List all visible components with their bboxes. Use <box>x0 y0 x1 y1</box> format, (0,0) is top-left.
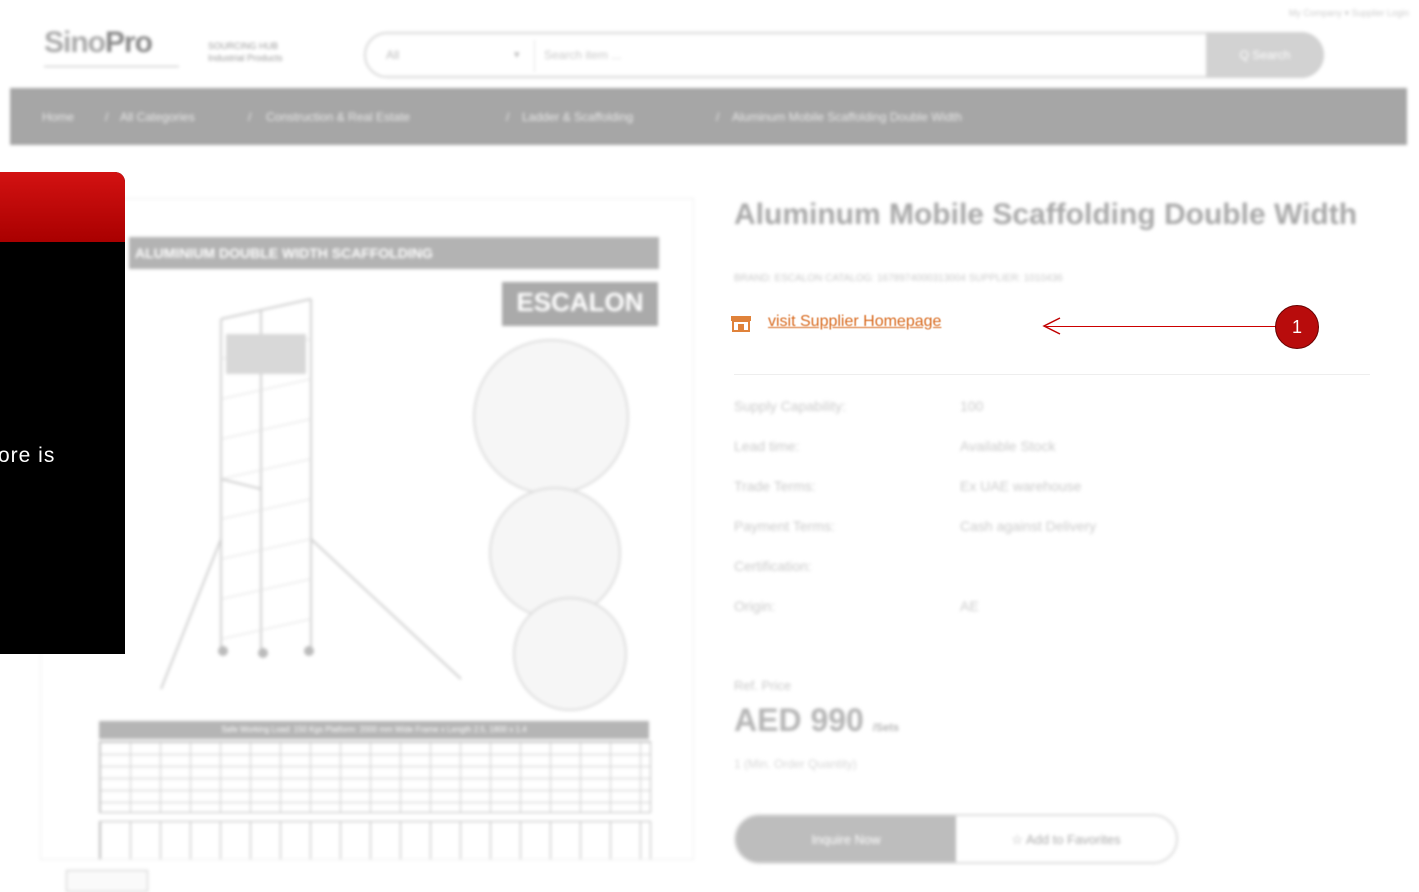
caster-wheel-image <box>473 339 629 495</box>
shop-icon <box>731 316 751 332</box>
breadcrumb-sep: / <box>716 110 720 124</box>
visit-supplier-homepage-link[interactable]: visit Supplier Homepage <box>768 313 941 331</box>
breadcrumb: Home / All Categories / Construction & R… <box>10 88 1407 145</box>
base-plate-image <box>513 597 627 711</box>
search-category-select[interactable]: All <box>386 48 399 62</box>
spec-label-certification: Certification: <box>734 558 812 574</box>
breadcrumb-ladder[interactable]: Ladder & Scaffolding <box>522 110 633 124</box>
thumbnail-strip <box>40 864 692 892</box>
price-unit: /Sets <box>872 722 900 734</box>
ref-price-label: Ref. Price <box>734 678 792 693</box>
escalon-brand-logo: ESCALON <box>502 282 658 326</box>
spec-value-origin: AE <box>960 598 979 614</box>
breadcrumb-sep: / <box>506 110 510 124</box>
overlay-panel: ore is <box>0 172 125 654</box>
price-value: AED 990 <box>734 702 864 738</box>
spec-table <box>99 741 651 813</box>
add-to-favorites-button[interactable]: ☆ Add to Favorites <box>956 816 1176 862</box>
spec-label-origin: Origin: <box>734 598 776 614</box>
spec-table-2 <box>99 821 651 859</box>
top-links[interactable]: My Company ▾ Supplier Login <box>1289 8 1409 19</box>
min-order-quantity: 1 (Min. Order Quantity) <box>734 757 857 771</box>
spec-value-payment: Cash against Delivery <box>960 518 1097 534</box>
breadcrumb-current: Aluminum Mobile Scaffolding Double Width <box>732 110 962 124</box>
product-ids: BRAND: ESCALON CATALOG: 1678974000313004… <box>734 273 1063 284</box>
spec-label-trade-terms: Trade Terms: <box>734 478 816 494</box>
spec-value-lead-time: Available Stock <box>960 438 1056 454</box>
chevron-down-icon[interactable]: ▾ <box>514 48 520 61</box>
search-bar: All ▾ Search item ... Q Search <box>364 32 1324 78</box>
spec-label-payment: Payment Terms: <box>734 518 835 534</box>
breadcrumb-construction[interactable]: Construction & Real Estate <box>266 110 410 124</box>
logo-tagline: SOURCING HUB Industrial Products <box>208 41 283 63</box>
breadcrumb-home[interactable]: Home <box>42 110 74 124</box>
scaffolding-illustration <box>160 298 462 690</box>
spec-label-lead-time: Lead time: <box>734 438 800 454</box>
inquire-now-button[interactable]: Inquire Now <box>736 816 956 862</box>
action-buttons: Inquire Now ☆ Add to Favorites <box>734 814 1178 864</box>
top-bar: SinoPro SOURCING HUB Industrial Products… <box>0 0 1419 88</box>
spec-value-supply: 100 <box>960 398 984 414</box>
annotation-badge: 1 <box>1275 305 1319 349</box>
breadcrumb-all-categories[interactable]: All Categories <box>120 110 195 124</box>
product-title: Aluminum Mobile Scaffolding Double Width <box>734 198 1358 231</box>
search-button[interactable]: Q Search <box>1206 32 1324 78</box>
overlay-text: ore is <box>0 444 56 467</box>
arrow-head-icon <box>1042 317 1061 335</box>
spec-label-supply: Supply Capability: <box>734 398 847 414</box>
overlay-panel-header <box>0 172 125 242</box>
search-input[interactable]: Search item ... <box>544 48 621 62</box>
image-banner: ALUMINIUM DOUBLE WIDTH SCAFFOLDING <box>129 237 659 269</box>
breadcrumb-sep: / <box>105 110 109 124</box>
thumbnail[interactable] <box>66 870 148 892</box>
price: AED 990 /Sets <box>734 702 899 739</box>
product-image[interactable]: ALUMINIUM DOUBLE WIDTH SCAFFOLDING ESCAL… <box>40 198 694 860</box>
spec-value-trade-terms: Ex UAE warehouse <box>960 478 1082 494</box>
breadcrumb-sep: / <box>248 110 252 124</box>
sinopro-logo[interactable]: SinoPro <box>44 26 194 74</box>
annotation-arrow-line <box>1046 326 1276 327</box>
spec-table-title: Safe Working Load: 150 Kgs Platform: 200… <box>99 721 649 739</box>
divider <box>734 374 1370 375</box>
